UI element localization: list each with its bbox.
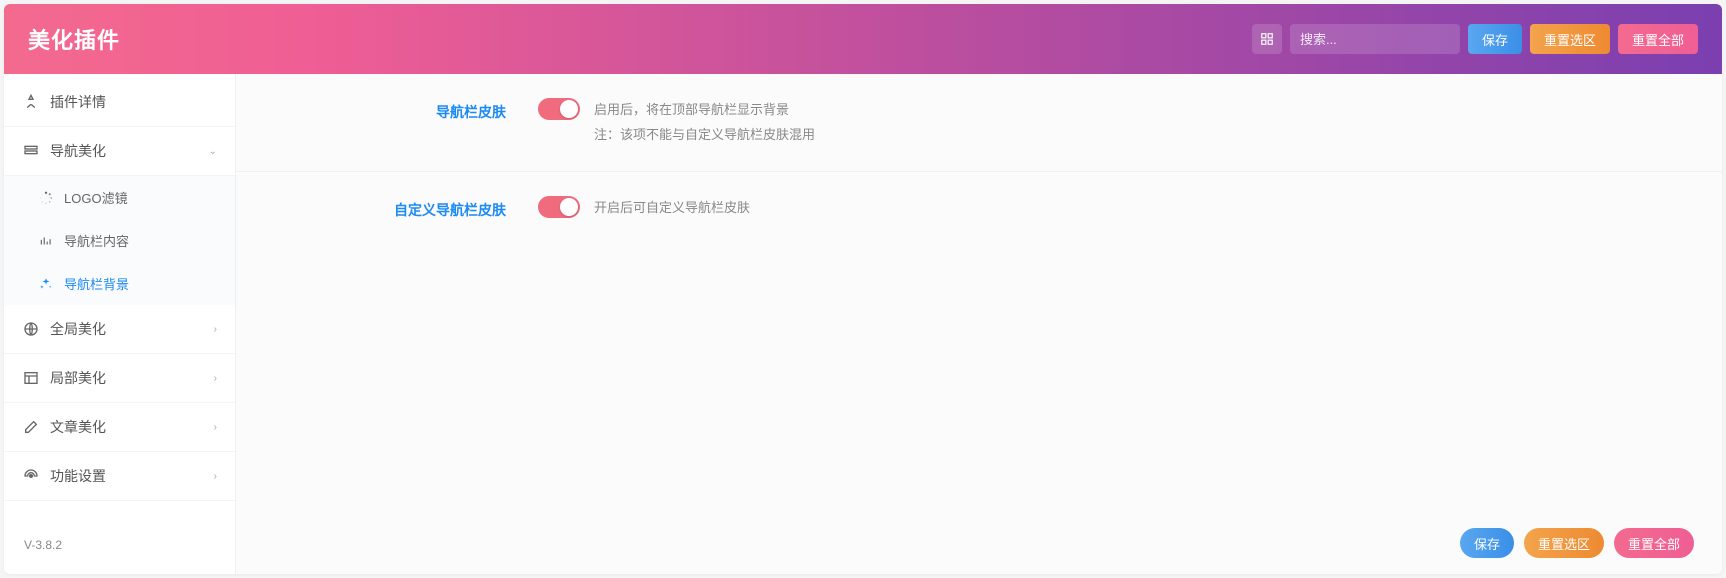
nav-icon	[22, 142, 40, 160]
setting-row-nav-skin: 导航栏皮肤 启用后，将在顶部导航栏显示背景 注：该项不能与自定义导航栏皮肤混用	[236, 74, 1722, 172]
search-input[interactable]	[1290, 24, 1460, 54]
save-button-bottom[interactable]: 保存	[1460, 528, 1514, 558]
spinner-icon	[38, 190, 54, 206]
plugin-icon	[22, 93, 40, 111]
sidebar-item-label: 插件详情	[50, 92, 106, 112]
setting-label: 自定义导航栏皮肤	[276, 196, 506, 220]
sidebar-sub-nav-content[interactable]: 导航栏内容	[4, 219, 235, 262]
layout-icon	[22, 369, 40, 387]
expand-icon	[1260, 32, 1274, 46]
sidebar-item-global-beautify[interactable]: 全局美化 ›	[4, 305, 235, 354]
reset-section-button-top[interactable]: 重置选区	[1530, 24, 1610, 54]
chevron-down-icon: ⌄	[209, 146, 217, 157]
toggle-nav-skin[interactable]	[538, 98, 580, 120]
setting-row-custom-nav-skin: 自定义导航栏皮肤 开启后可自定义导航栏皮肤	[236, 172, 1722, 245]
footer-buttons: 保存 重置选区 重置全部	[1460, 528, 1694, 558]
sidebar-item-label: 导航栏背景	[64, 274, 129, 293]
globe-icon	[22, 320, 40, 338]
sidebar-sub-logo-filter[interactable]: LOGO滤镜	[4, 176, 235, 219]
expand-icon-button[interactable]	[1252, 24, 1282, 54]
gauge-icon	[22, 467, 40, 485]
toggle-custom-nav-skin[interactable]	[538, 196, 580, 218]
setting-label: 导航栏皮肤	[276, 98, 506, 122]
sparkle-icon	[38, 276, 54, 292]
content-area: 导航栏皮肤 启用后，将在顶部导航栏显示背景 注：该项不能与自定义导航栏皮肤混用 …	[236, 74, 1722, 574]
page-title: 美化插件	[28, 23, 120, 55]
setting-desc: 开启后可自定义导航栏皮肤	[594, 196, 750, 221]
bars-icon	[38, 233, 54, 249]
sidebar-item-nav-beautify[interactable]: 导航美化 ⌄	[4, 127, 235, 176]
setting-desc: 启用后，将在顶部导航栏显示背景 注：该项不能与自定义导航栏皮肤混用	[594, 98, 815, 147]
sidebar-item-function-settings[interactable]: 功能设置 ›	[4, 452, 235, 501]
sidebar-item-label: 导航美化	[50, 141, 106, 161]
reset-all-button-top[interactable]: 重置全部	[1618, 24, 1698, 54]
sidebar-item-label: 局部美化	[50, 368, 106, 388]
sidebar-item-label: LOGO滤镜	[64, 188, 128, 207]
chevron-right-icon: ›	[214, 422, 217, 433]
chevron-right-icon: ›	[214, 471, 217, 482]
sidebar: 插件详情 导航美化 ⌄ LOGO滤镜 导航栏内容	[4, 74, 236, 574]
reset-section-button-bottom[interactable]: 重置选区	[1524, 528, 1604, 558]
save-button-top[interactable]: 保存	[1468, 24, 1522, 54]
sidebar-item-label: 导航栏内容	[64, 231, 129, 250]
chevron-right-icon: ›	[214, 324, 217, 335]
version-label: V-3.8.2	[4, 516, 235, 574]
sidebar-item-label: 文章美化	[50, 417, 106, 437]
edit-icon	[22, 418, 40, 436]
topbar: 美化插件 保存 重置选区 重置全部	[4, 4, 1722, 74]
sidebar-item-plugin-details[interactable]: 插件详情	[4, 78, 235, 127]
sidebar-item-local-beautify[interactable]: 局部美化 ›	[4, 354, 235, 403]
sidebar-item-article-beautify[interactable]: 文章美化 ›	[4, 403, 235, 452]
reset-all-button-bottom[interactable]: 重置全部	[1614, 528, 1694, 558]
sidebar-item-label: 全局美化	[50, 319, 106, 339]
sidebar-sub-nav-background[interactable]: 导航栏背景	[4, 262, 235, 305]
sidebar-item-label: 功能设置	[50, 466, 106, 486]
chevron-right-icon: ›	[214, 373, 217, 384]
